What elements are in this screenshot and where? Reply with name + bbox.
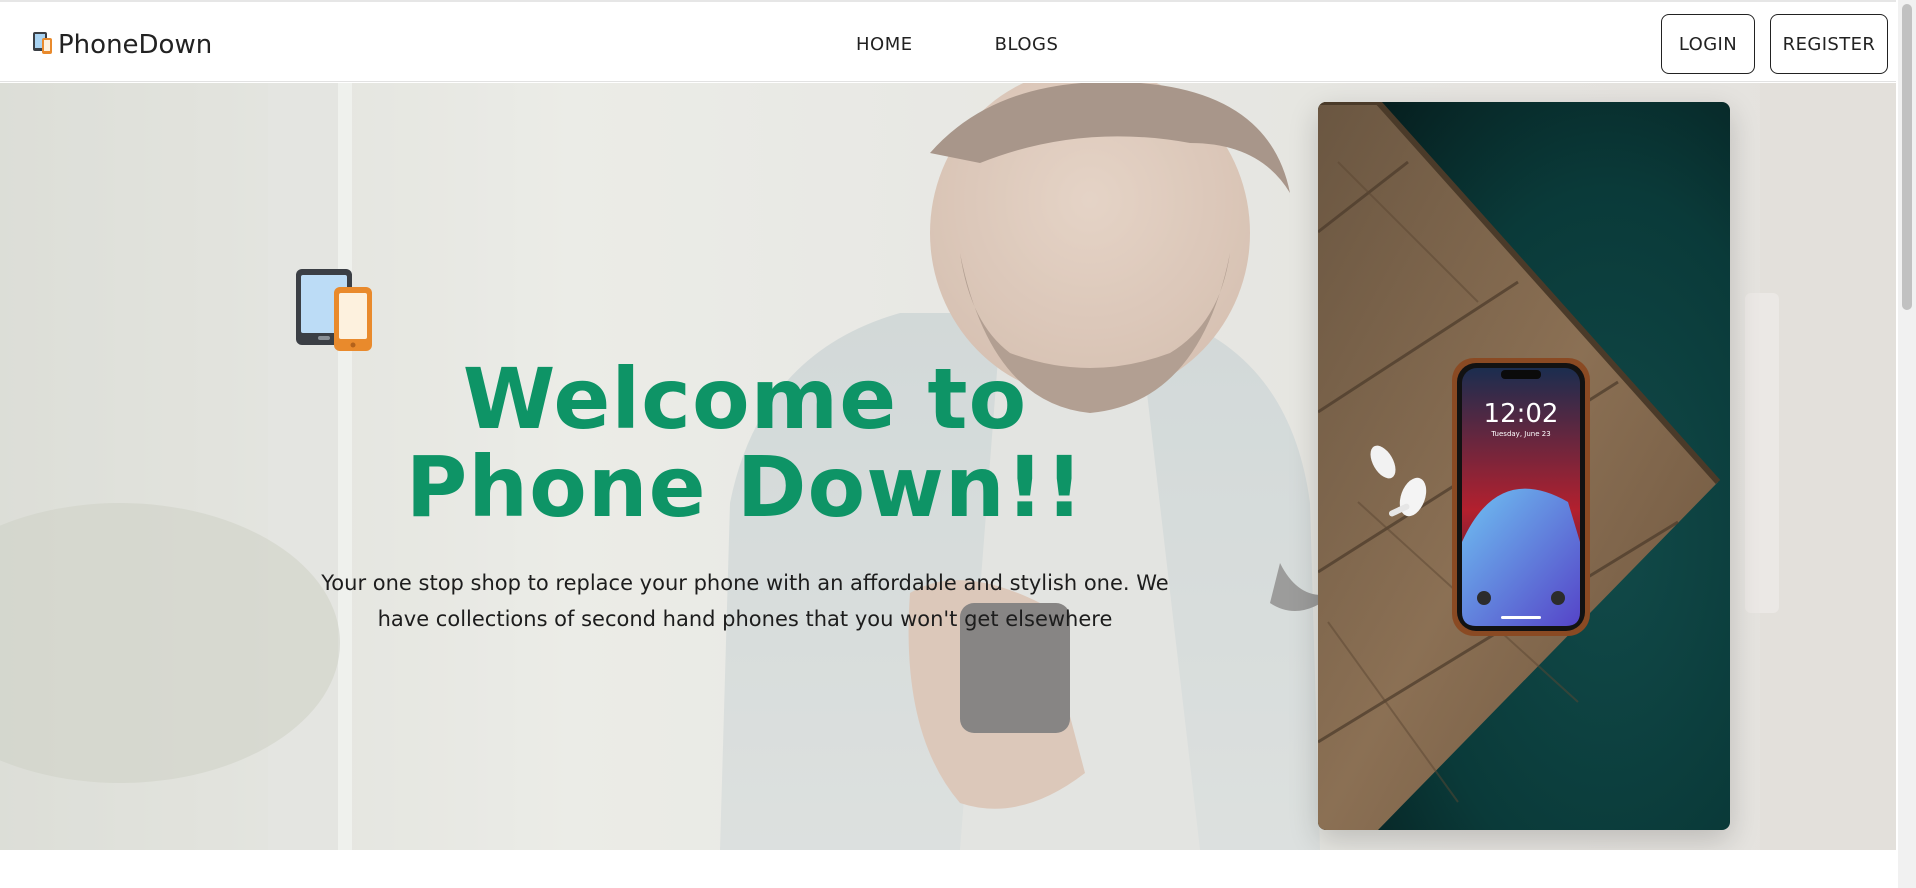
nav-links: HOME BLOGS [856,34,1058,55]
hero-subtitle: Your one stop shop to replace your phone… [321,571,1169,631]
phone-date: Tuesday, June 23 [1490,430,1550,438]
navbar: PhoneDown HOME BLOGS LOGIN REGISTER [0,0,1896,82]
phone-product-image: 12:02 Tuesday, June 23 [1318,102,1730,830]
login-button[interactable]: LOGIN [1661,14,1755,74]
brand-name: PhoneDown [58,30,213,60]
nav-blogs[interactable]: BLOGS [995,34,1059,55]
nav-home[interactable]: HOME [856,34,913,55]
hero-title: Welcome to Phone Down!! [405,350,1085,536]
tablet-phone-icon [296,269,372,356]
register-button[interactable]: REGISTER [1770,14,1888,74]
scrollbar-thumb[interactable] [1902,4,1912,310]
devices-icon [32,31,54,60]
brand-link[interactable]: PhoneDown [32,30,212,60]
hero-section: Welcome to Phone Down!! Your one stop sh… [0,83,1896,850]
phone-time: 12:02 [1484,399,1559,429]
below-hero-area [0,850,1896,888]
page-scrollbar[interactable] [1898,0,1916,888]
